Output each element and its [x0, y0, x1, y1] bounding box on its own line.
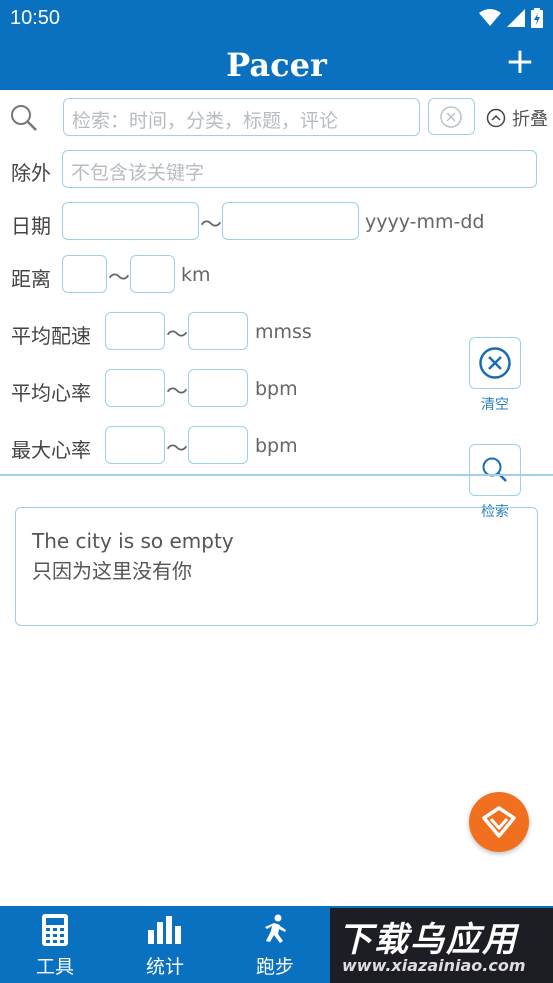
- bar-chart-icon: [148, 916, 181, 944]
- date-tilde: 〜: [200, 213, 223, 238]
- clear-search-button[interactable]: [428, 98, 475, 135]
- note-card[interactable]: The city is so empty 只因为这里没有你: [15, 507, 538, 626]
- max-hr-label: 最大心率: [11, 438, 91, 462]
- date-end-input[interactable]: [222, 202, 359, 240]
- clear-label: 清空: [481, 397, 509, 413]
- close-circle-icon: [440, 106, 462, 128]
- search-icon: [482, 457, 507, 482]
- nav-label-stats: 统计: [145, 956, 184, 978]
- exclude-input[interactable]: 不包含该关键字: [62, 150, 537, 188]
- pace-label: 平均配速: [11, 324, 91, 348]
- nav-label-run: 跑步: [255, 956, 294, 978]
- fold-label: 折叠: [512, 109, 548, 130]
- avg-hr-tilde: 〜: [166, 380, 189, 405]
- shield-logo-icon: [482, 806, 516, 838]
- fold-toggle[interactable]: 折叠: [486, 105, 548, 131]
- date-unit: yyyy-mm-dd: [365, 211, 485, 233]
- chevron-up-circle-icon: [486, 108, 506, 128]
- app-root: 10:50 Pacer + 检索：时间，分类，标题，评论 折叠 除外 不包含该关…: [0, 0, 553, 983]
- clear-button[interactable]: [469, 337, 521, 389]
- max-hr-max-input[interactable]: [188, 426, 248, 464]
- search-row: 检索：时间，分类，标题，评论 折叠: [0, 96, 553, 140]
- avg-hr-unit: bpm: [255, 378, 298, 400]
- close-circle-icon: [479, 347, 511, 379]
- search-icon[interactable]: [10, 104, 38, 132]
- exclude-placeholder: 不包含该关键字: [71, 162, 205, 184]
- search-placeholder: 检索：时间，分类，标题，评论: [72, 110, 339, 132]
- fab-button[interactable]: [469, 792, 529, 852]
- max-hr-unit: bpm: [255, 435, 298, 457]
- watermark-site: www.xiazainiao.com: [342, 956, 526, 975]
- date-start-input[interactable]: [62, 202, 199, 240]
- distance-tilde: 〜: [108, 266, 131, 291]
- status-icons: [479, 8, 543, 28]
- runner-icon: [265, 914, 286, 943]
- note-line-2: 只因为这里没有你: [32, 559, 192, 583]
- note-line-1: The city is so empty: [32, 529, 234, 553]
- distance-unit: km: [181, 264, 211, 286]
- pace-unit: mmss: [255, 321, 312, 343]
- distance-label: 距离: [11, 267, 51, 291]
- pace-tilde: 〜: [166, 323, 189, 348]
- watermark-text: 下载乌应用: [338, 920, 518, 960]
- nav-item-stats[interactable]: 统计: [110, 906, 220, 983]
- search-button[interactable]: [469, 444, 521, 496]
- distance-min-input[interactable]: [62, 255, 107, 293]
- avg-hr-max-input[interactable]: [188, 369, 248, 407]
- nav-item-run[interactable]: 跑步: [220, 906, 330, 983]
- search-input[interactable]: 检索：时间，分类，标题，评论: [63, 98, 420, 136]
- status-time: 10:50: [10, 7, 61, 29]
- signal-icon: [507, 9, 525, 27]
- battery-icon: [531, 8, 543, 28]
- nav-item-tools[interactable]: 工具: [0, 906, 110, 983]
- app-bar: Pacer +: [0, 38, 553, 90]
- app-title: Pacer: [226, 46, 327, 84]
- avg-hr-label: 平均心率: [11, 381, 91, 405]
- nav-label-tools: 工具: [35, 956, 74, 978]
- watermark-logo: 下载乌应用 www.xiazainiao.com: [330, 908, 553, 983]
- section-divider: [0, 474, 553, 476]
- date-label: 日期: [11, 214, 51, 238]
- pace-min-input[interactable]: [105, 312, 165, 350]
- calculator-icon: [42, 914, 68, 946]
- add-button[interactable]: +: [505, 44, 535, 80]
- status-bar: 10:50: [0, 0, 553, 38]
- exclude-label: 除外: [11, 161, 51, 185]
- pace-max-input[interactable]: [188, 312, 248, 350]
- avg-hr-min-input[interactable]: [105, 369, 165, 407]
- max-hr-tilde: 〜: [166, 437, 189, 462]
- max-hr-min-input[interactable]: [105, 426, 165, 464]
- wifi-icon: [479, 9, 501, 26]
- distance-max-input[interactable]: [130, 255, 175, 293]
